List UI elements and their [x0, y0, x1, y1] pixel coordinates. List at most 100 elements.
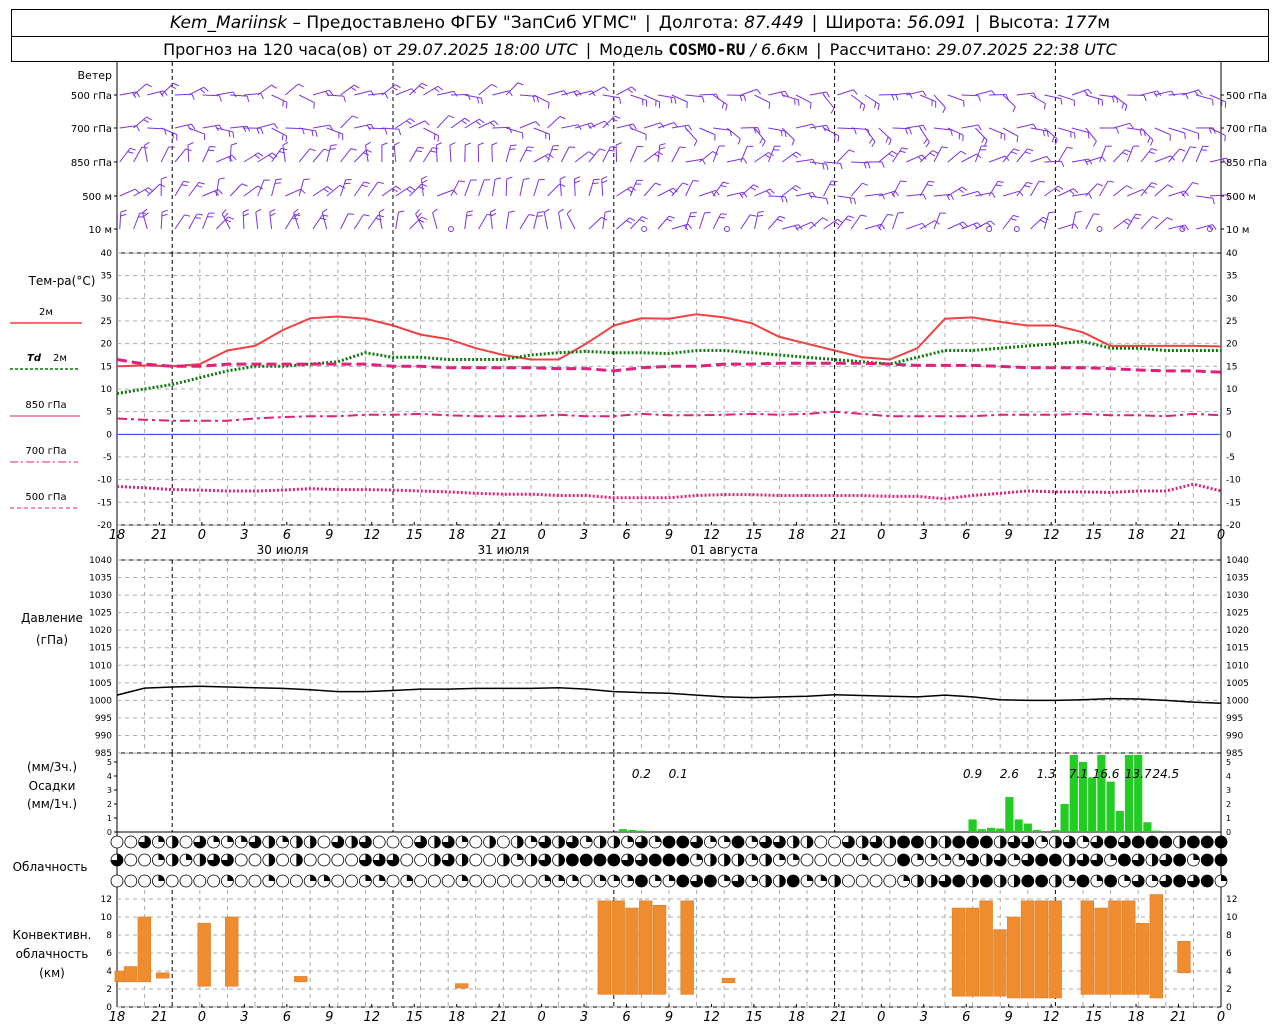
- wind-barb-feather: [142, 208, 148, 214]
- cloud-symbol-fill: [710, 854, 717, 866]
- wind-barb-feather: [673, 122, 679, 128]
- wind-barb-feather: [1087, 132, 1090, 139]
- wind-barb: [1113, 218, 1128, 230]
- conv-bar: [1007, 916, 1021, 999]
- cloud-symbol-fill: [1187, 836, 1200, 848]
- wind-barb: [837, 149, 850, 163]
- pressure-ytick-left: 1010: [89, 661, 112, 671]
- wind-barb-feather: [432, 147, 439, 150]
- cloud-symbol-fill: [324, 875, 330, 881]
- wind-barb: [878, 127, 892, 141]
- wind-barb: [340, 213, 349, 230]
- cloud-symbol: [414, 853, 428, 867]
- wind-barb-feather: [161, 176, 168, 180]
- wind-barb: [566, 213, 576, 230]
- wind-barb: [740, 88, 757, 96]
- cloud-symbol-fill: [862, 836, 869, 848]
- cloud-symbol: [276, 874, 290, 888]
- wind-barb-feather: [281, 147, 288, 151]
- wind-barb-feather: [391, 86, 398, 91]
- wind-barb-feather: [241, 183, 248, 187]
- cloud-symbol-fill: [627, 836, 634, 842]
- wind-barb-feather: [848, 149, 855, 153]
- wind-level-labels: 500 гПа 500 гПа 700 гПа 700 гПа 850 гПа 850 г…: [71, 91, 1267, 236]
- cloud-symbol-fill: [1035, 854, 1048, 866]
- wind-barb-feather: [535, 121, 541, 127]
- wind-barb-feather: [1046, 156, 1051, 162]
- precip-ytick-left: 2: [107, 800, 112, 809]
- wind-barb: [1113, 122, 1130, 129]
- wind-barb: [1112, 149, 1126, 163]
- wind-barb-feather: [406, 120, 412, 125]
- wind-barb-feather: [626, 220, 632, 224]
- wind-barb-feather: [737, 138, 741, 145]
- wind-barb: [188, 182, 200, 197]
- cloud-symbol-fill: [365, 875, 372, 881]
- cloud-symbol: [179, 874, 193, 888]
- wind-barb: [740, 184, 754, 197]
- wind-barb-feather: [1129, 123, 1134, 129]
- conv-ytick-left: 2: [106, 985, 112, 995]
- wind-barb-feather: [1167, 217, 1173, 221]
- wind-barb-feather: [173, 82, 180, 87]
- cloud-symbol-fill: [710, 836, 717, 842]
- cloud-symbol-fill: [517, 854, 524, 860]
- wind-barb-feather: [1190, 146, 1197, 149]
- pressure-ytick-right: 1015: [1226, 644, 1249, 654]
- wind-barb: [892, 147, 903, 163]
- cloud-symbol: [496, 874, 510, 888]
- wind-barb-feather: [219, 95, 222, 102]
- cloud-symbol-fill: [296, 854, 303, 866]
- wind-barb: [298, 148, 311, 163]
- wind-barb-feather: [161, 209, 168, 213]
- precip-bar: [1032, 829, 1042, 832]
- wind-barb-feather: [780, 130, 783, 137]
- pressure-ytick-right: 1020: [1226, 626, 1249, 636]
- wind-barb-feather: [490, 208, 496, 213]
- cloud-symbol-fill: [952, 875, 965, 887]
- time-axis-top-label: 9: [665, 528, 673, 543]
- wind-barb-feather: [923, 138, 928, 145]
- temp-ytick-left: 5: [106, 408, 112, 418]
- wind-barb: [588, 148, 601, 163]
- time-axis-top-label: 0: [1217, 528, 1225, 543]
- wind-barb: [754, 151, 769, 163]
- cloud-symbol: [386, 835, 400, 849]
- wind-barb-feather: [275, 178, 282, 181]
- wind-barb: [409, 120, 426, 129]
- cloud-symbol-fill: [544, 875, 551, 881]
- wind-barb: [1154, 217, 1168, 230]
- cloud-symbol-fill: [172, 854, 179, 866]
- wind-barb-feather: [421, 82, 428, 87]
- wind-barb-feather: [978, 95, 981, 102]
- conv-ytick-right: 8: [1226, 931, 1232, 941]
- wind-barb-feather: [395, 84, 401, 89]
- conv-bar: [1122, 900, 1136, 995]
- wind-barb-feather: [377, 214, 385, 218]
- cloud-symbol-fill: [268, 875, 275, 881]
- wind-barb: [547, 115, 561, 129]
- wind-barb-feather: [477, 97, 480, 104]
- conv-bar: [951, 907, 966, 997]
- wind-barb-feather: [326, 186, 333, 191]
- wind-barb: [837, 89, 854, 96]
- wind-barb-feather: [1027, 148, 1034, 152]
- wind-calm-mark: [1013, 226, 1020, 232]
- wind-barb: [423, 85, 439, 96]
- wind-barb-feather: [300, 188, 306, 194]
- wind-barb-feather: [523, 177, 530, 180]
- wind-barb-feather: [764, 154, 771, 159]
- precip-total-label: 0.2: [632, 767, 651, 781]
- temp-title: Тем-ра(°С): [28, 274, 96, 288]
- cloud-symbol-fill: [911, 836, 924, 848]
- wind-barb-feather: [274, 182, 281, 184]
- wind-barb-feather: [260, 93, 264, 100]
- conv-ytick-right: 12: [1226, 895, 1237, 905]
- wind-barb: [975, 90, 992, 96]
- wind-barb-feather: [430, 150, 437, 153]
- wind-barb: [629, 146, 638, 163]
- wind-barb: [1057, 147, 1068, 163]
- wind-barb-feather: [928, 180, 935, 183]
- conv-ytick-left: 6: [106, 949, 112, 959]
- cloud-symbol-fill: [1221, 875, 1227, 881]
